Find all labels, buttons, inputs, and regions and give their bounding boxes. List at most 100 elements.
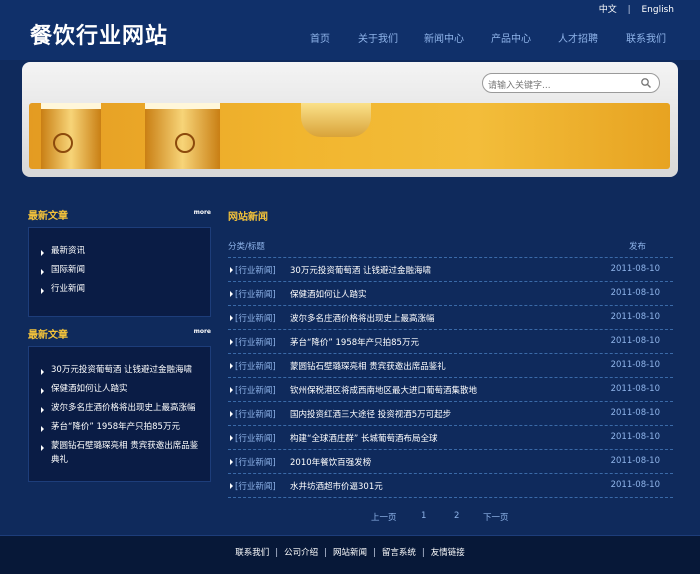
beer-glass-image: [145, 103, 220, 169]
footer-link-contact[interactable]: 联系我们: [235, 548, 269, 558]
footer-separator: |: [421, 548, 425, 558]
list-item[interactable]: 茅台“降价” 1958年产只拍85万元: [51, 421, 180, 434]
more-link[interactable]: more: [194, 209, 211, 216]
nav-about[interactable]: 关于我们: [358, 30, 398, 45]
news-date: 2011-08-10: [610, 312, 660, 322]
bullet-icon: [41, 369, 44, 375]
news-row[interactable]: [行业新闻] 茅台“降价” 1958年产只拍85万元 2011-08-10: [228, 330, 673, 354]
nav-news[interactable]: 新闻中心: [424, 30, 464, 45]
column-header-date: 发布: [628, 242, 646, 252]
nav-contact[interactable]: 联系我们: [626, 30, 666, 45]
news-row[interactable]: [行业新闻] 波尔多名庄酒价格将出现史上最高涨幅 2011-08-10: [228, 306, 673, 330]
news-date: 2011-08-10: [610, 456, 660, 466]
lang-separator: |: [627, 5, 631, 15]
list-item[interactable]: 最新资讯: [51, 245, 85, 258]
pager-page-2[interactable]: 2: [454, 511, 459, 521]
arrow-icon: [230, 387, 233, 393]
news-date: 2011-08-10: [610, 264, 660, 274]
latest-articles-list: 30万元投资葡萄酒 让钱避过金融海啸 保健酒如何让人踏实 波尔多名庄酒价格将出现…: [28, 346, 211, 482]
arrow-icon: [230, 363, 233, 369]
footer-separator: |: [275, 548, 279, 558]
footer-link-guestbook[interactable]: 留言系统: [382, 548, 416, 558]
footer-links: 联系我们 | 公司介绍 | 网站新闻 | 留言系统 | 友情链接: [0, 546, 700, 558]
bullet-icon: [41, 407, 44, 413]
news-date: 2011-08-10: [610, 384, 660, 394]
list-item[interactable]: 30万元投资葡萄酒 让钱避过金融海啸: [51, 364, 192, 377]
news-title[interactable]: 2010年餐饮百强发榜: [290, 456, 371, 468]
nav-products[interactable]: 产品中心: [491, 30, 531, 45]
bullet-icon: [41, 388, 44, 394]
arrow-icon: [230, 315, 233, 321]
news-date: 2011-08-10: [610, 432, 660, 442]
news-row[interactable]: [行业新闻] 国内投资红酒三大途径 投资视酒5万可起步 2011-08-10: [228, 402, 673, 426]
news-date: 2011-08-10: [610, 408, 660, 418]
news-date: 2011-08-10: [610, 480, 660, 490]
list-item[interactable]: 保健酒如何让人踏实: [51, 383, 128, 396]
list-item[interactable]: 蒙圆钻石壁璐琛亮相 贵宾获邀出席品鉴: [51, 440, 198, 453]
pager-prev[interactable]: 上一页: [371, 511, 397, 523]
news-category[interactable]: [行业新闻]: [235, 336, 276, 348]
news-title[interactable]: 茅台“降价” 1958年产只拍85万元: [290, 336, 419, 348]
news-title[interactable]: 波尔多名庄酒价格将出现史上最高涨幅: [290, 312, 435, 324]
footer-separator: |: [324, 548, 327, 558]
pager-next[interactable]: 下一页: [483, 511, 509, 523]
arrow-icon: [230, 267, 233, 273]
arrow-icon: [230, 435, 233, 441]
news-category[interactable]: [行业新闻]: [235, 408, 276, 420]
nav-jobs[interactable]: 人才招聘: [558, 30, 598, 45]
banner-panel: 请输入关键字...: [22, 62, 678, 177]
news-title[interactable]: 钦州保税港区将成西南地区最大进口葡萄酒集散地: [290, 384, 477, 396]
news-title[interactable]: 水井坊酒超市价逼301元: [290, 480, 383, 492]
site-footer: 联系我们 | 公司介绍 | 网站新闻 | 留言系统 | 友情链接: [0, 535, 700, 574]
news-row[interactable]: [行业新闻] 构建“全球酒庄群” 长城葡萄酒布局全球 2011-08-10: [228, 426, 673, 450]
site-logo[interactable]: 餐饮行业网站: [30, 18, 168, 50]
news-title[interactable]: 国内投资红酒三大途径 投资视酒5万可起步: [290, 408, 451, 420]
news-category[interactable]: [行业新闻]: [235, 432, 276, 444]
news-category[interactable]: [行业新闻]: [235, 384, 276, 396]
beer-glass-image: [41, 103, 101, 169]
news-row[interactable]: [行业新闻] 钦州保税港区将成西南地区最大进口葡萄酒集散地 2011-08-10: [228, 378, 673, 402]
news-title[interactable]: 30万元投资葡萄酒 让钱避过金融海啸: [290, 264, 431, 276]
news-section-title: 网站新闻: [228, 212, 268, 223]
list-item[interactable]: 波尔多名庄酒价格将出现史上最高涨幅: [51, 402, 196, 415]
arrow-icon: [230, 291, 233, 297]
news-row[interactable]: [行业新闻] 水井坊酒超市价逼301元 2011-08-10: [228, 474, 673, 498]
bullet-icon: [41, 288, 44, 294]
news-category[interactable]: [行业新闻]: [235, 264, 276, 276]
column-header-title: 分类/标题: [228, 242, 265, 252]
news-category[interactable]: [行业新闻]: [235, 456, 276, 468]
arrow-icon: [230, 483, 233, 489]
news-row[interactable]: [行业新闻] 蒙圆钻石壁璐琛亮相 贵宾获邀出席品鉴礼 2011-08-10: [228, 354, 673, 378]
news-row[interactable]: [行业新闻] 30万元投资葡萄酒 让钱避过金融海啸 2011-08-10: [228, 258, 673, 282]
list-item[interactable]: 行业新闻: [51, 283, 85, 296]
news-category[interactable]: [行业新闻]: [235, 360, 276, 372]
lang-english[interactable]: English: [642, 5, 675, 15]
search-input[interactable]: 请输入关键字...: [482, 73, 660, 93]
news-category[interactable]: [行业新闻]: [235, 312, 276, 324]
list-item-continuation[interactable]: 典礼: [51, 454, 68, 467]
news-row[interactable]: [行业新闻] 2010年餐饮百强发榜 2011-08-10: [228, 450, 673, 474]
news-title[interactable]: 保健酒如何让人踏实: [290, 288, 367, 300]
news-table-header: 分类/标题 发布: [228, 238, 673, 258]
news-row[interactable]: [行业新闻] 保健酒如何让人踏实 2011-08-10: [228, 282, 673, 306]
footer-link-about[interactable]: 公司介绍: [284, 548, 318, 558]
news-title[interactable]: 构建“全球酒庄群” 长城葡萄酒布局全球: [290, 432, 438, 444]
news-category[interactable]: [行业新闻]: [235, 288, 276, 300]
bullet-icon: [41, 445, 44, 451]
news-date: 2011-08-10: [610, 288, 660, 298]
nav-home[interactable]: 首页: [310, 30, 330, 45]
footer-link-friends[interactable]: 友情链接: [431, 548, 465, 558]
footer-link-news[interactable]: 网站新闻: [333, 548, 367, 558]
list-item[interactable]: 国际新闻: [51, 264, 85, 277]
search-placeholder: 请输入关键字...: [488, 81, 551, 91]
news-title[interactable]: 蒙圆钻石壁璐琛亮相 贵宾获邀出席品鉴礼: [290, 360, 446, 372]
arrow-icon: [230, 411, 233, 417]
lang-chinese[interactable]: 中文: [599, 5, 617, 15]
pager-page-1[interactable]: 1: [421, 511, 426, 521]
news-category[interactable]: [行业新闻]: [235, 480, 276, 492]
footer-separator: |: [373, 548, 376, 558]
more-link[interactable]: more: [194, 328, 211, 335]
sidebar-section-header: 最新文章 more: [28, 207, 211, 223]
bullet-icon: [41, 269, 44, 275]
search-icon[interactable]: [640, 77, 652, 89]
